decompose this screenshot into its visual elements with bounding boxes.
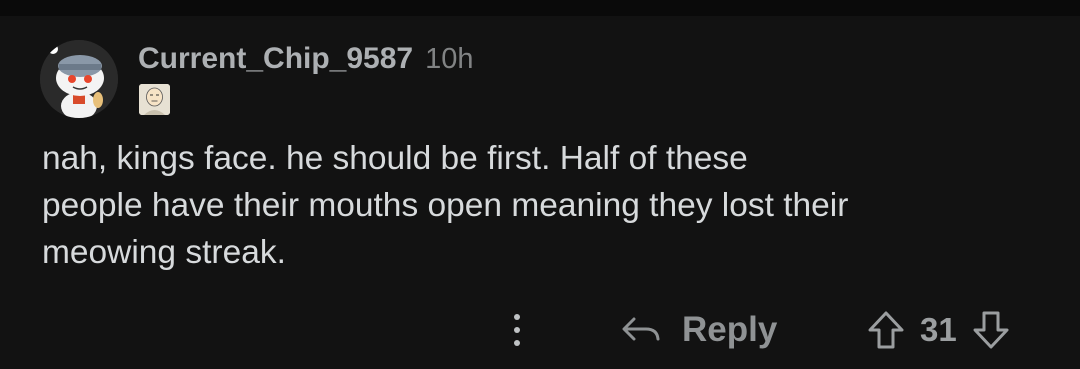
upvote-arrow-icon[interactable] <box>866 309 906 351</box>
comment-header: Current_Chip_9587 10h <box>138 42 474 82</box>
comment-actions: Reply 31 <box>0 300 1080 360</box>
comment-body: nah, kings face. he should be first. Hal… <box>42 140 849 271</box>
snoo-avatar-icon <box>40 40 118 118</box>
more-options-icon <box>514 314 520 320</box>
more-options-button[interactable] <box>497 308 537 352</box>
reply-label: Reply <box>682 310 778 349</box>
comment-timestamp: 10h <box>425 43 474 75</box>
downvote-arrow-icon[interactable] <box>971 309 1011 351</box>
user-avatar[interactable] <box>40 40 118 118</box>
user-flair-icon <box>139 84 170 115</box>
reply-button[interactable]: Reply <box>620 306 777 354</box>
more-options-icon <box>514 340 520 346</box>
username-link[interactable]: Current_Chip_9587 <box>138 42 413 76</box>
top-divider <box>0 0 1080 16</box>
more-options-icon <box>514 327 520 333</box>
user-flair <box>139 84 170 115</box>
vote-controls: 31 <box>866 306 1011 354</box>
reply-arrow-icon <box>622 317 660 341</box>
vote-count: 31 <box>920 311 957 348</box>
